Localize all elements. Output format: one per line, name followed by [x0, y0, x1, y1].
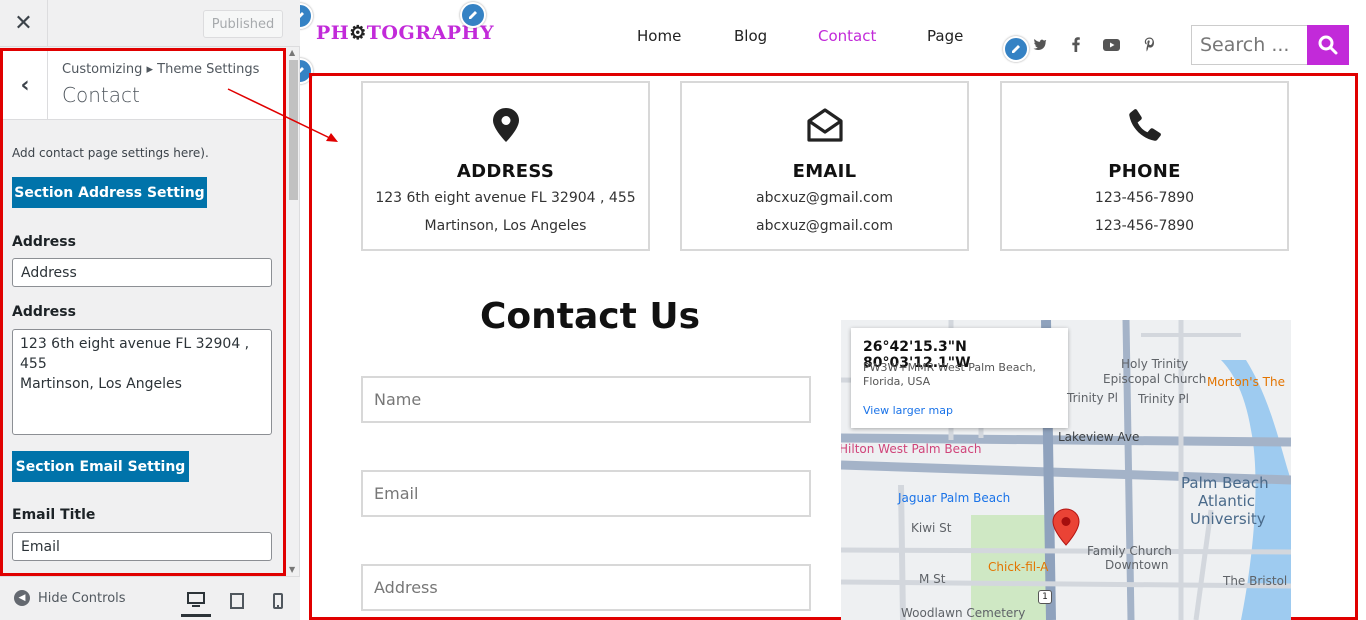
annotation-arrow: [227, 88, 338, 142]
